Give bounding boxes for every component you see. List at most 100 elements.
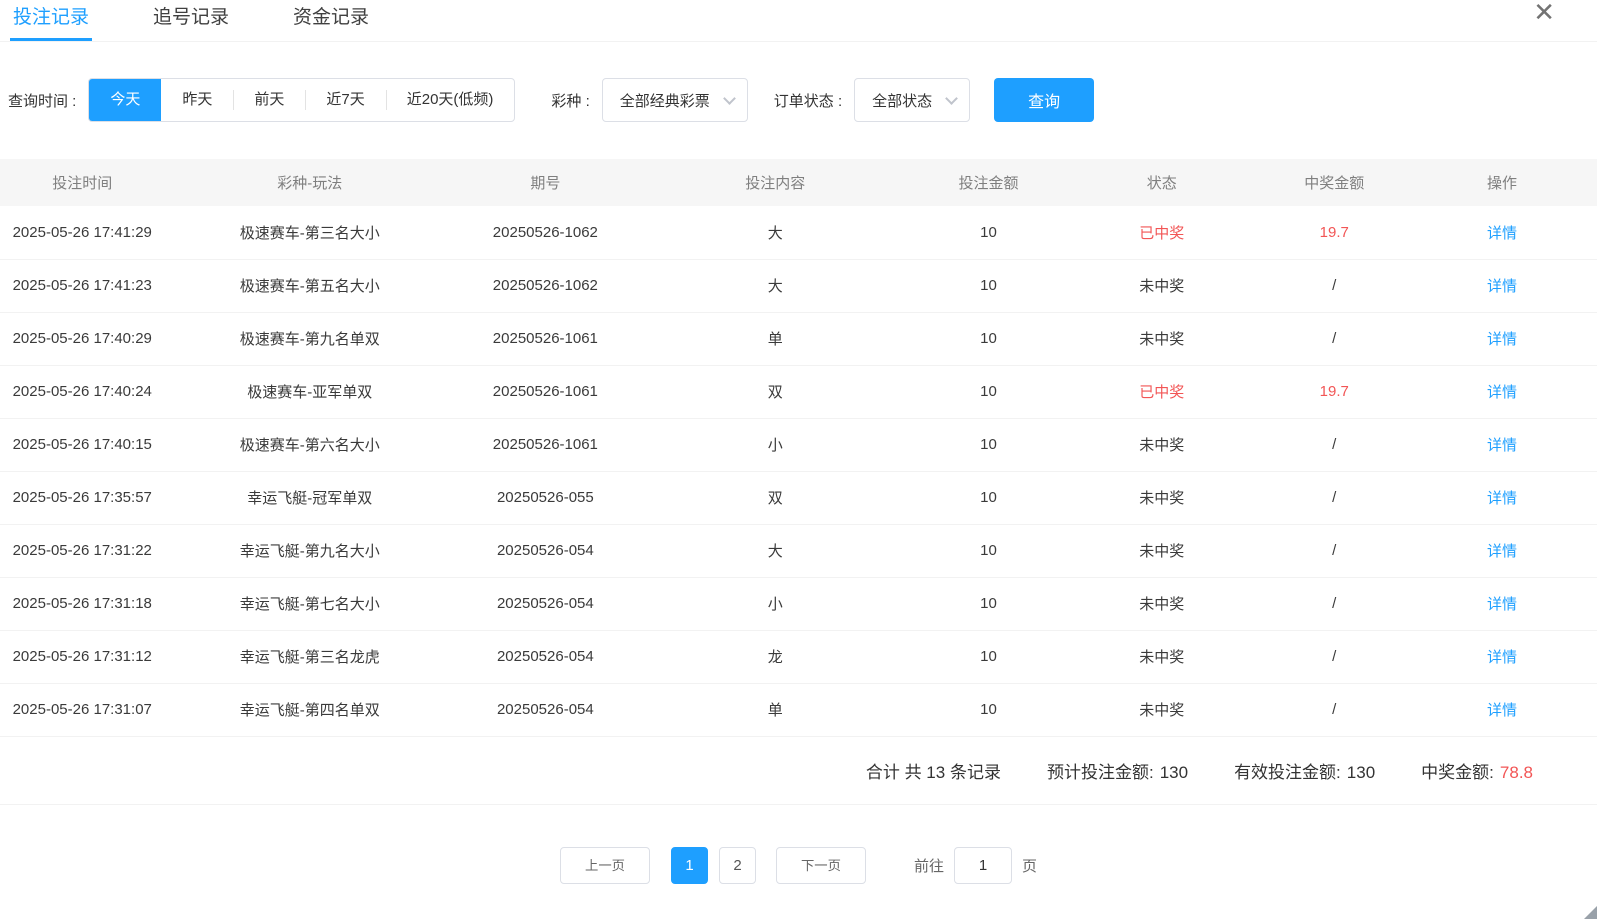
chevron-down-icon <box>723 92 736 105</box>
time-option-4[interactable]: 近20天(低频) <box>386 79 515 121</box>
cell-issue: 20250526-1062 <box>455 259 635 312</box>
detail-link[interactable]: 详情 <box>1487 649 1517 666</box>
tab-bar: 投注记录 追号记录 资金记录 <box>0 0 1597 42</box>
cell-issue: 20250526-054 <box>455 683 635 736</box>
cell-status: 已中奖 <box>1062 365 1262 418</box>
summary-valid-amount: 有效投注金额: 130 <box>1234 758 1375 783</box>
goto-label: 前往 <box>914 855 944 876</box>
detail-link[interactable]: 详情 <box>1487 225 1517 242</box>
cell-time: 2025-05-26 17:35:57 <box>0 471 164 524</box>
cell-status: 未中奖 <box>1062 577 1262 630</box>
summary-prize-value: 78.8 <box>1500 763 1533 782</box>
time-range-group: 今天昨天前天近7天近20天(低频) <box>88 78 515 122</box>
detail-link[interactable]: 详情 <box>1487 331 1517 348</box>
cell-amount: 10 <box>915 471 1062 524</box>
cell-status: 未中奖 <box>1062 683 1262 736</box>
cell-action: 详情 <box>1407 418 1597 471</box>
cell-action: 详情 <box>1407 206 1597 259</box>
col-action: 操作 <box>1407 159 1597 206</box>
cell-prize: / <box>1262 577 1407 630</box>
cell-prize: 19.7 <box>1262 365 1407 418</box>
cell-content: 单 <box>636 312 915 365</box>
cell-issue: 20250526-1061 <box>455 365 635 418</box>
summary-row: 合计 共 13 条记录 预计投注金额:130 有效投注金额:130 中奖金额:7… <box>0 737 1597 805</box>
cell-game: 幸运飞艇-第四名单双 <box>164 683 455 736</box>
cell-amount: 10 <box>915 259 1062 312</box>
table-row: 2025-05-26 17:31:07幸运飞艇-第四名单双20250526-05… <box>0 683 1597 736</box>
lottery-select-value: 全部经典彩票 <box>620 90 710 111</box>
detail-link[interactable]: 详情 <box>1487 596 1517 613</box>
cell-action: 详情 <box>1407 683 1597 736</box>
query-button[interactable]: 查询 <box>994 78 1094 122</box>
detail-link[interactable]: 详情 <box>1487 702 1517 719</box>
detail-link[interactable]: 详情 <box>1487 543 1517 560</box>
summary-valid-value: 130 <box>1347 763 1375 782</box>
cell-content: 大 <box>636 206 915 259</box>
cell-game: 极速赛车-第五名大小 <box>164 259 455 312</box>
cell-amount: 10 <box>915 524 1062 577</box>
cell-time: 2025-05-26 17:41:29 <box>0 206 164 259</box>
close-icon[interactable]: ✕ <box>1533 0 1555 27</box>
order-status-select[interactable]: 全部状态 <box>854 78 970 122</box>
detail-link[interactable]: 详情 <box>1487 490 1517 507</box>
summary-expected-amount: 预计投注金额:130 <box>1047 758 1188 783</box>
detail-link[interactable]: 详情 <box>1487 384 1517 401</box>
page-number-1[interactable]: 1 <box>671 847 708 884</box>
goto-page-input[interactable] <box>954 847 1012 884</box>
tab-2[interactable]: 资金记录 <box>290 2 372 41</box>
time-option-1[interactable]: 昨天 <box>161 79 233 121</box>
cell-amount: 10 <box>915 577 1062 630</box>
col-status: 状态 <box>1062 159 1262 206</box>
cell-prize: / <box>1262 683 1407 736</box>
cell-time: 2025-05-26 17:31:07 <box>0 683 164 736</box>
cell-action: 详情 <box>1407 312 1597 365</box>
cell-time: 2025-05-26 17:40:15 <box>0 418 164 471</box>
summary-expected-label: 预计投注金额: <box>1047 763 1154 782</box>
resize-corner <box>1584 906 1597 919</box>
col-bet-time: 投注时间 <box>0 159 164 206</box>
time-option-0[interactable]: 今天 <box>89 79 161 121</box>
cell-amount: 10 <box>915 630 1062 683</box>
table-row: 2025-05-26 17:41:29极速赛车-第三名大小20250526-10… <box>0 206 1597 259</box>
prev-page-button[interactable]: 上一页 <box>560 847 650 884</box>
pagination: 上一页 12 下一页 前往 页 <box>0 847 1597 884</box>
page-number-2[interactable]: 2 <box>719 847 756 884</box>
detail-link[interactable]: 详情 <box>1487 437 1517 454</box>
cell-status: 未中奖 <box>1062 471 1262 524</box>
table-row: 2025-05-26 17:40:24极速赛车-亚军单双20250526-106… <box>0 365 1597 418</box>
lottery-filter-label: 彩种 : <box>551 90 589 111</box>
table-row: 2025-05-26 17:41:23极速赛车-第五名大小20250526-10… <box>0 259 1597 312</box>
tab-1[interactable]: 追号记录 <box>150 2 232 41</box>
cell-game: 极速赛车-第三名大小 <box>164 206 455 259</box>
cell-content: 双 <box>636 471 915 524</box>
table-header-row: 投注时间 彩种-玩法 期号 投注内容 投注金额 状态 中奖金额 操作 <box>0 159 1597 206</box>
cell-content: 大 <box>636 259 915 312</box>
next-page-button[interactable]: 下一页 <box>776 847 866 884</box>
cell-issue: 20250526-1061 <box>455 312 635 365</box>
cell-status: 未中奖 <box>1062 524 1262 577</box>
records-table: 投注时间 彩种-玩法 期号 投注内容 投注金额 状态 中奖金额 操作 2025-… <box>0 159 1597 737</box>
cell-action: 详情 <box>1407 524 1597 577</box>
time-option-3[interactable]: 近7天 <box>305 79 385 121</box>
cell-prize: / <box>1262 471 1407 524</box>
detail-link[interactable]: 详情 <box>1487 278 1517 295</box>
cell-content: 大 <box>636 524 915 577</box>
cell-time: 2025-05-26 17:31:22 <box>0 524 164 577</box>
goto-page: 前往 页 <box>914 847 1037 884</box>
cell-issue: 20250526-055 <box>455 471 635 524</box>
cell-action: 详情 <box>1407 365 1597 418</box>
chevron-down-icon <box>945 92 958 105</box>
cell-content: 双 <box>636 365 915 418</box>
filter-bar: 查询时间 : 今天昨天前天近7天近20天(低频) 彩种 : 全部经典彩票 订单状… <box>8 78 1597 122</box>
lottery-select[interactable]: 全部经典彩票 <box>602 78 748 122</box>
order-status-filter-label: 订单状态 : <box>774 90 842 111</box>
cell-game: 幸运飞艇-第七名大小 <box>164 577 455 630</box>
cell-amount: 10 <box>915 365 1062 418</box>
cell-time: 2025-05-26 17:40:24 <box>0 365 164 418</box>
tab-0[interactable]: 投注记录 <box>10 2 92 41</box>
cell-issue: 20250526-054 <box>455 630 635 683</box>
summary-valid-label: 有效投注金额: <box>1234 763 1341 782</box>
summary-prize-label: 中奖金额: <box>1421 763 1494 782</box>
time-option-2[interactable]: 前天 <box>233 79 305 121</box>
goto-suffix: 页 <box>1022 855 1037 876</box>
